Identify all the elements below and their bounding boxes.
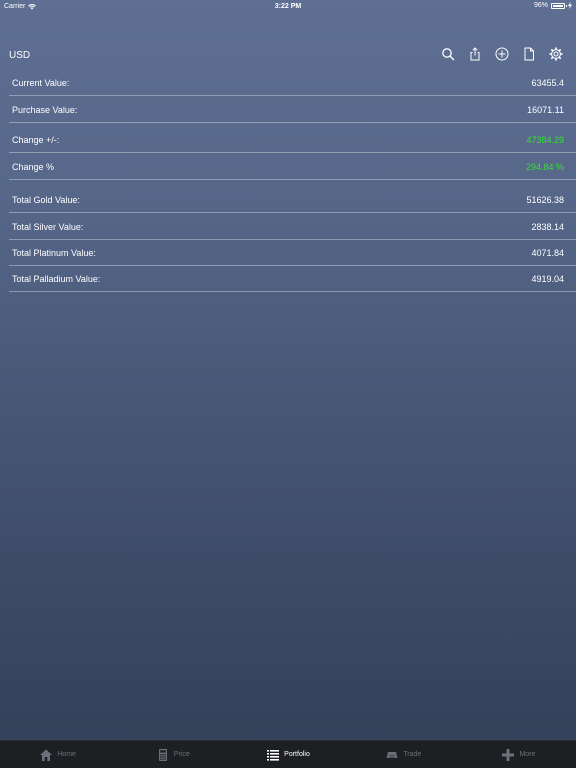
row-value: 47384.29 <box>526 134 564 145</box>
nav-bar: USD <box>0 40 576 72</box>
tab-label: More <box>519 751 536 758</box>
tab-portfolio[interactable]: Portfolio <box>230 741 345 768</box>
row-change-amount: Change +/-: 47384.29 <box>9 127 576 153</box>
row-silver-value: Total Silver Value: 2838.14 <box>9 214 576 240</box>
tab-label: Portfolio <box>284 751 310 758</box>
share-icon[interactable] <box>467 46 483 62</box>
row-value: 16071.11 <box>527 104 564 115</box>
nav-actions <box>440 46 564 62</box>
row-label: Change % <box>12 161 55 172</box>
row-gold-value: Total Gold Value: 51626.38 <box>9 187 576 213</box>
charging-icon <box>568 2 572 9</box>
status-time: 3:22 PM <box>274 3 302 10</box>
tab-label: Home <box>57 751 76 758</box>
tab-price[interactable]: Price <box>115 741 230 768</box>
document-icon[interactable] <box>521 46 537 62</box>
row-value: 2838.14 <box>531 221 564 232</box>
tab-home[interactable]: Home <box>0 741 115 768</box>
status-bar: Carrier 3:22 PM 96% <box>0 0 576 14</box>
gear-icon[interactable] <box>548 46 564 62</box>
row-value: 63455.4 <box>531 77 564 88</box>
battery-percent: 96% <box>533 2 548 9</box>
plus-icon <box>502 748 515 761</box>
tab-label: Price <box>173 751 190 758</box>
row-platinum-value: Total Platinum Value: 4071.84 <box>9 240 576 266</box>
row-label: Purchase Value: <box>12 104 78 115</box>
row-label: Total Silver Value: <box>12 221 84 232</box>
home-icon <box>40 749 53 761</box>
calculator-icon <box>158 748 167 761</box>
row-value: 4919.04 <box>531 273 564 284</box>
row-value: 4071.84 <box>531 247 564 258</box>
row-label: Change +/-: <box>12 134 60 145</box>
row-change-percent: Change % 294.84 % <box>9 154 576 180</box>
row-label: Total Platinum Value: <box>12 247 96 258</box>
battery-indicator: 96% <box>534 2 572 9</box>
search-icon[interactable] <box>440 46 456 62</box>
list-icon <box>267 749 280 761</box>
row-label: Total Palladium Value: <box>12 273 101 284</box>
row-value: 294.84 % <box>525 161 564 172</box>
tab-trade[interactable]: Trade <box>346 741 461 768</box>
currency-title[interactable]: USD <box>9 50 30 61</box>
add-icon[interactable] <box>494 46 510 62</box>
row-current-value: Current Value: 63455.4 <box>9 70 576 96</box>
row-palladium-value: Total Palladium Value: 4919.04 <box>9 266 576 292</box>
row-label: Total Gold Value: <box>12 194 80 205</box>
battery-fill <box>553 4 563 7</box>
tab-label: Trade <box>403 751 422 758</box>
battery-icon <box>551 2 567 9</box>
gold-bars-icon <box>386 751 398 758</box>
row-value: 51626.38 <box>526 194 564 205</box>
row-purchase-value: Purchase Value: 16071.11 <box>9 97 576 123</box>
tab-more[interactable]: More <box>461 741 576 768</box>
row-label: Current Value: <box>12 77 70 88</box>
tab-bar: Home Price Portfolio Trade More <box>0 740 576 768</box>
